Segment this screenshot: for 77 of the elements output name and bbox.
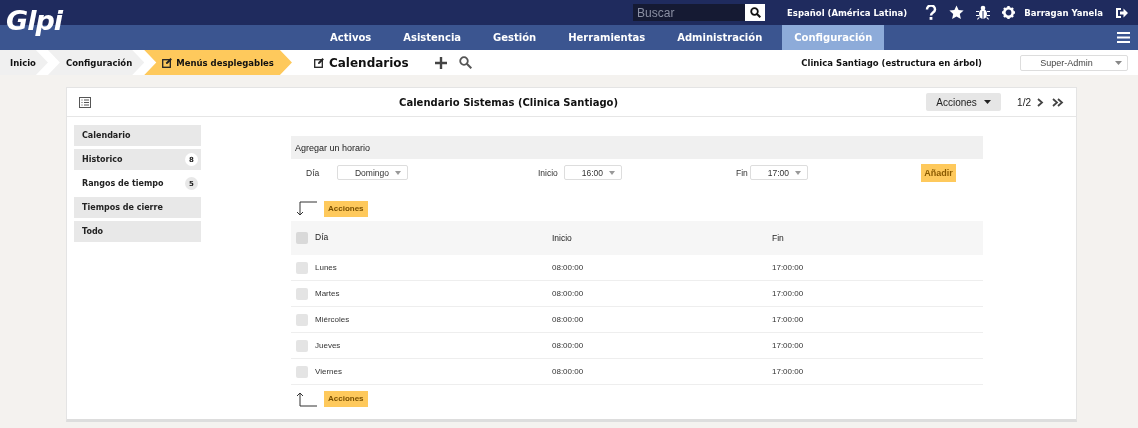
add-icon[interactable] xyxy=(434,56,447,69)
last-icon[interactable] xyxy=(1052,97,1064,107)
table-cell: 08:00:00 xyxy=(552,315,584,324)
nav-tab[interactable]: Gestión xyxy=(481,25,549,50)
sidebar-tab[interactable]: Todo xyxy=(74,221,201,242)
panel-title: Calendario Sistemas (Clinica Santiago) xyxy=(398,96,619,108)
table-cell: 17:00:00 xyxy=(772,367,804,376)
list-icon xyxy=(79,96,91,108)
arrow-up-icon xyxy=(296,390,318,407)
profile-dropdown[interactable]: Super-Admin xyxy=(1020,54,1128,71)
checkbox[interactable] xyxy=(296,287,308,300)
caret-icon xyxy=(609,170,615,175)
field-label: Día xyxy=(305,167,321,178)
bug-icon[interactable] xyxy=(976,5,991,20)
sidebar-tab[interactable]: Tiempos de cierre xyxy=(74,197,201,218)
table-cell: Jueves xyxy=(315,340,341,350)
pager-label: 1/2 xyxy=(1017,96,1031,108)
help-icon[interactable] xyxy=(925,5,938,20)
table-cell: 08:00:00 xyxy=(552,289,584,298)
search-icon xyxy=(749,7,761,18)
caret-icon xyxy=(1114,60,1122,65)
caret-icon xyxy=(395,170,401,175)
table-cell: 08:00:00 xyxy=(552,367,584,376)
search-icon[interactable] xyxy=(458,56,472,69)
checkbox[interactable] xyxy=(296,365,308,378)
search-button[interactable] xyxy=(745,4,766,21)
menu-icon[interactable] xyxy=(1117,32,1130,43)
actions-button[interactable]: Acciones xyxy=(324,390,368,407)
nav-tab[interactable]: Administración xyxy=(665,25,775,50)
breadcrumb-link[interactable]: Configuración xyxy=(47,50,145,75)
checkbox[interactable] xyxy=(296,232,308,244)
edit-icon xyxy=(162,57,173,68)
column-header: Inicio xyxy=(552,233,572,243)
table-cell: 17:00:00 xyxy=(772,289,804,298)
actions-button[interactable]: Acciones xyxy=(324,200,368,217)
table-cell: 17:00:00 xyxy=(772,263,804,272)
page-title: Calendarios xyxy=(328,55,409,70)
select-field[interactable]: Domingo xyxy=(337,165,408,180)
select-field[interactable]: 17:00 xyxy=(750,165,808,180)
breadcrumb-link[interactable]: Inicio xyxy=(0,50,48,75)
breadcrumb-link[interactable]: Menús desplegables xyxy=(144,50,292,75)
caret-icon xyxy=(795,170,801,175)
entity-label[interactable]: Clinica Santiago (estructura en árbol) xyxy=(801,57,982,68)
checkbox[interactable] xyxy=(296,339,308,352)
settings-icon[interactable] xyxy=(1002,6,1016,19)
checkbox[interactable] xyxy=(296,261,308,274)
column-header: Día xyxy=(315,232,329,243)
table-cell: 17:00:00 xyxy=(772,341,804,350)
select-field[interactable]: 16:00 xyxy=(564,165,622,180)
sidebar-tab[interactable]: Calendario xyxy=(74,125,201,146)
caret-icon xyxy=(983,100,991,104)
arrow-down-icon xyxy=(296,200,318,217)
logout-icon[interactable] xyxy=(1115,6,1128,19)
table-cell: Martes xyxy=(315,288,340,298)
star-icon[interactable] xyxy=(949,5,965,20)
nav-tab[interactable]: Activos xyxy=(318,25,384,50)
logo[interactable]: Glpi xyxy=(6,6,62,36)
checkbox[interactable] xyxy=(296,313,308,326)
table-cell: Viernes xyxy=(315,366,342,376)
nav-tab[interactable]: Asistencia xyxy=(391,25,474,50)
field-label: Fin xyxy=(735,167,749,178)
form-header: Agregar un horario xyxy=(291,136,983,159)
table-cell: 08:00:00 xyxy=(552,341,584,350)
field-label: Inicio xyxy=(537,167,559,178)
user-name[interactable]: Barragan Yanela xyxy=(1024,7,1103,18)
nav-tab[interactable]: Herramientas xyxy=(556,25,658,50)
next-icon[interactable] xyxy=(1037,97,1044,107)
actions-button[interactable]: Acciones xyxy=(926,93,1002,111)
search-field[interactable]: Buscar xyxy=(633,4,746,21)
table-cell: 08:00:00 xyxy=(552,263,584,272)
column-header: Fin xyxy=(772,233,784,243)
table-cell: 17:00:00 xyxy=(772,315,804,324)
language-link[interactable]: Español (América Latina) xyxy=(787,7,908,18)
table-cell: Lunes xyxy=(315,262,337,272)
table-cell: Miércoles xyxy=(315,314,350,324)
edit-icon xyxy=(313,57,324,68)
add-button[interactable]: Añadir xyxy=(921,163,956,182)
